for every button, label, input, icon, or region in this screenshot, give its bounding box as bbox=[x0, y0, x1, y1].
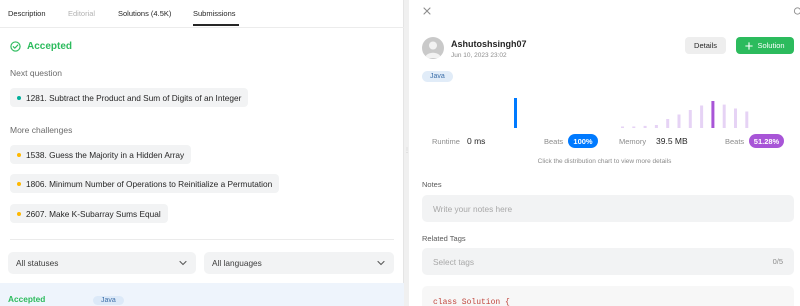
easy-dot bbox=[17, 95, 21, 100]
left-panel: Description Editorial Solutions (4.5K) S… bbox=[0, 0, 404, 306]
language-filter-select[interactable]: All languages bbox=[204, 252, 394, 274]
notes-title: Notes bbox=[422, 180, 442, 189]
notes-placeholder: Write your notes here bbox=[433, 203, 513, 214]
notes-input[interactable]: Write your notes here bbox=[422, 195, 794, 222]
memory-distribution-bar bbox=[621, 126, 624, 128]
status-filter-value: All statuses bbox=[16, 258, 59, 268]
challenge-item[interactable]: 2607. Make K-Subarray Sums Equal bbox=[10, 204, 168, 223]
app-root: Description Editorial Solutions (4.5K) S… bbox=[0, 0, 800, 306]
status-filter-select[interactable]: All statuses bbox=[8, 252, 196, 274]
memory-distribution-bar bbox=[677, 114, 681, 128]
status-label: Accepted bbox=[27, 41, 73, 52]
submission-row[interactable]: Accepted Java bbox=[0, 283, 404, 306]
tab-submissions[interactable]: Submissions bbox=[193, 9, 236, 18]
submission-detail-panel: Ashutoshsingh07 Jun 10, 2023 23:02 Detai… bbox=[409, 0, 800, 306]
submission-status: Accepted bbox=[8, 294, 46, 304]
memory-beats-badge: 51.28% bbox=[749, 134, 784, 148]
chevron-down-icon bbox=[377, 260, 385, 266]
medium-dot bbox=[17, 152, 21, 157]
runtime-beats-label: Beats bbox=[544, 137, 564, 146]
divider bbox=[10, 239, 394, 240]
submission-language-badge: Java bbox=[93, 296, 124, 305]
challenge-label: 1538. Guess the Majority in a Hidden Arr… bbox=[26, 149, 185, 160]
memory-distribution-bar bbox=[722, 104, 726, 128]
tags-placeholder: Select tags bbox=[433, 256, 475, 267]
memory-beats-label: Beats bbox=[725, 137, 745, 146]
challenge-item[interactable]: 1538. Guess the Majority in a Hidden Arr… bbox=[10, 145, 192, 164]
tags-count: 0/5 bbox=[772, 257, 783, 266]
check-circle-icon bbox=[10, 41, 21, 52]
language-filter-value: All languages bbox=[212, 258, 262, 268]
active-tab-indicator bbox=[193, 24, 239, 26]
memory-distribution-bar bbox=[632, 126, 636, 128]
challenge-item[interactable]: 1806. Minimum Number of Operations to Re… bbox=[10, 174, 280, 193]
memory-distribution-bar bbox=[745, 111, 749, 128]
memory-distribution-bar bbox=[700, 105, 704, 128]
challenge-label: 1806. Minimum Number of Operations to Re… bbox=[26, 178, 273, 189]
tab-editorial[interactable]: Editorial bbox=[68, 9, 95, 18]
tab-bar: Description Editorial Solutions (4.5K) S… bbox=[0, 0, 404, 28]
tags-select[interactable]: Select tags 0/5 bbox=[422, 248, 794, 275]
next-question-title: Next question bbox=[10, 68, 62, 78]
next-question-item[interactable]: 1281. Subtract the Product and Sum of Di… bbox=[10, 88, 249, 107]
runtime-label: Runtime bbox=[432, 137, 460, 146]
code-line: class Solution { bbox=[433, 298, 510, 306]
memory-distribution-bar bbox=[654, 125, 658, 128]
memory-distribution-bar bbox=[734, 108, 737, 128]
memory-distribution-bar bbox=[643, 125, 647, 128]
tab-solutions[interactable]: Solutions (4.5K) bbox=[118, 9, 171, 18]
memory-label: Memory bbox=[619, 137, 647, 146]
memory-distribution-chart bbox=[621, 101, 749, 128]
memory-distribution-bar bbox=[688, 110, 692, 128]
challenge-label: 2607. Make K-Subarray Sums Equal bbox=[26, 208, 161, 219]
next-question-label: 1281. Subtract the Product and Sum of Di… bbox=[26, 92, 242, 103]
runtime-value: 0 ms bbox=[467, 136, 486, 146]
memory-distribution-bar bbox=[711, 101, 715, 128]
more-challenges-title: More challenges bbox=[10, 125, 73, 135]
related-tags-title: Related Tags bbox=[422, 234, 466, 243]
runtime-distribution-chart bbox=[514, 98, 517, 128]
distribution-hint: Click the distribution chart to view mor… bbox=[537, 158, 672, 165]
memory-distribution-bar bbox=[666, 119, 670, 128]
accepted-status: Accepted bbox=[10, 41, 72, 52]
medium-dot bbox=[17, 211, 21, 216]
medium-dot bbox=[17, 181, 21, 186]
code-viewer[interactable]: class Solution { bbox=[422, 286, 794, 306]
distribution-charts[interactable] bbox=[409, 0, 800, 135]
memory-value: 39.5 MB bbox=[656, 136, 688, 146]
chevron-down-icon bbox=[179, 260, 187, 266]
tab-description[interactable]: Description bbox=[8, 9, 46, 18]
runtime-distribution-bar bbox=[514, 98, 517, 128]
runtime-beats-badge: 100% bbox=[568, 134, 598, 148]
